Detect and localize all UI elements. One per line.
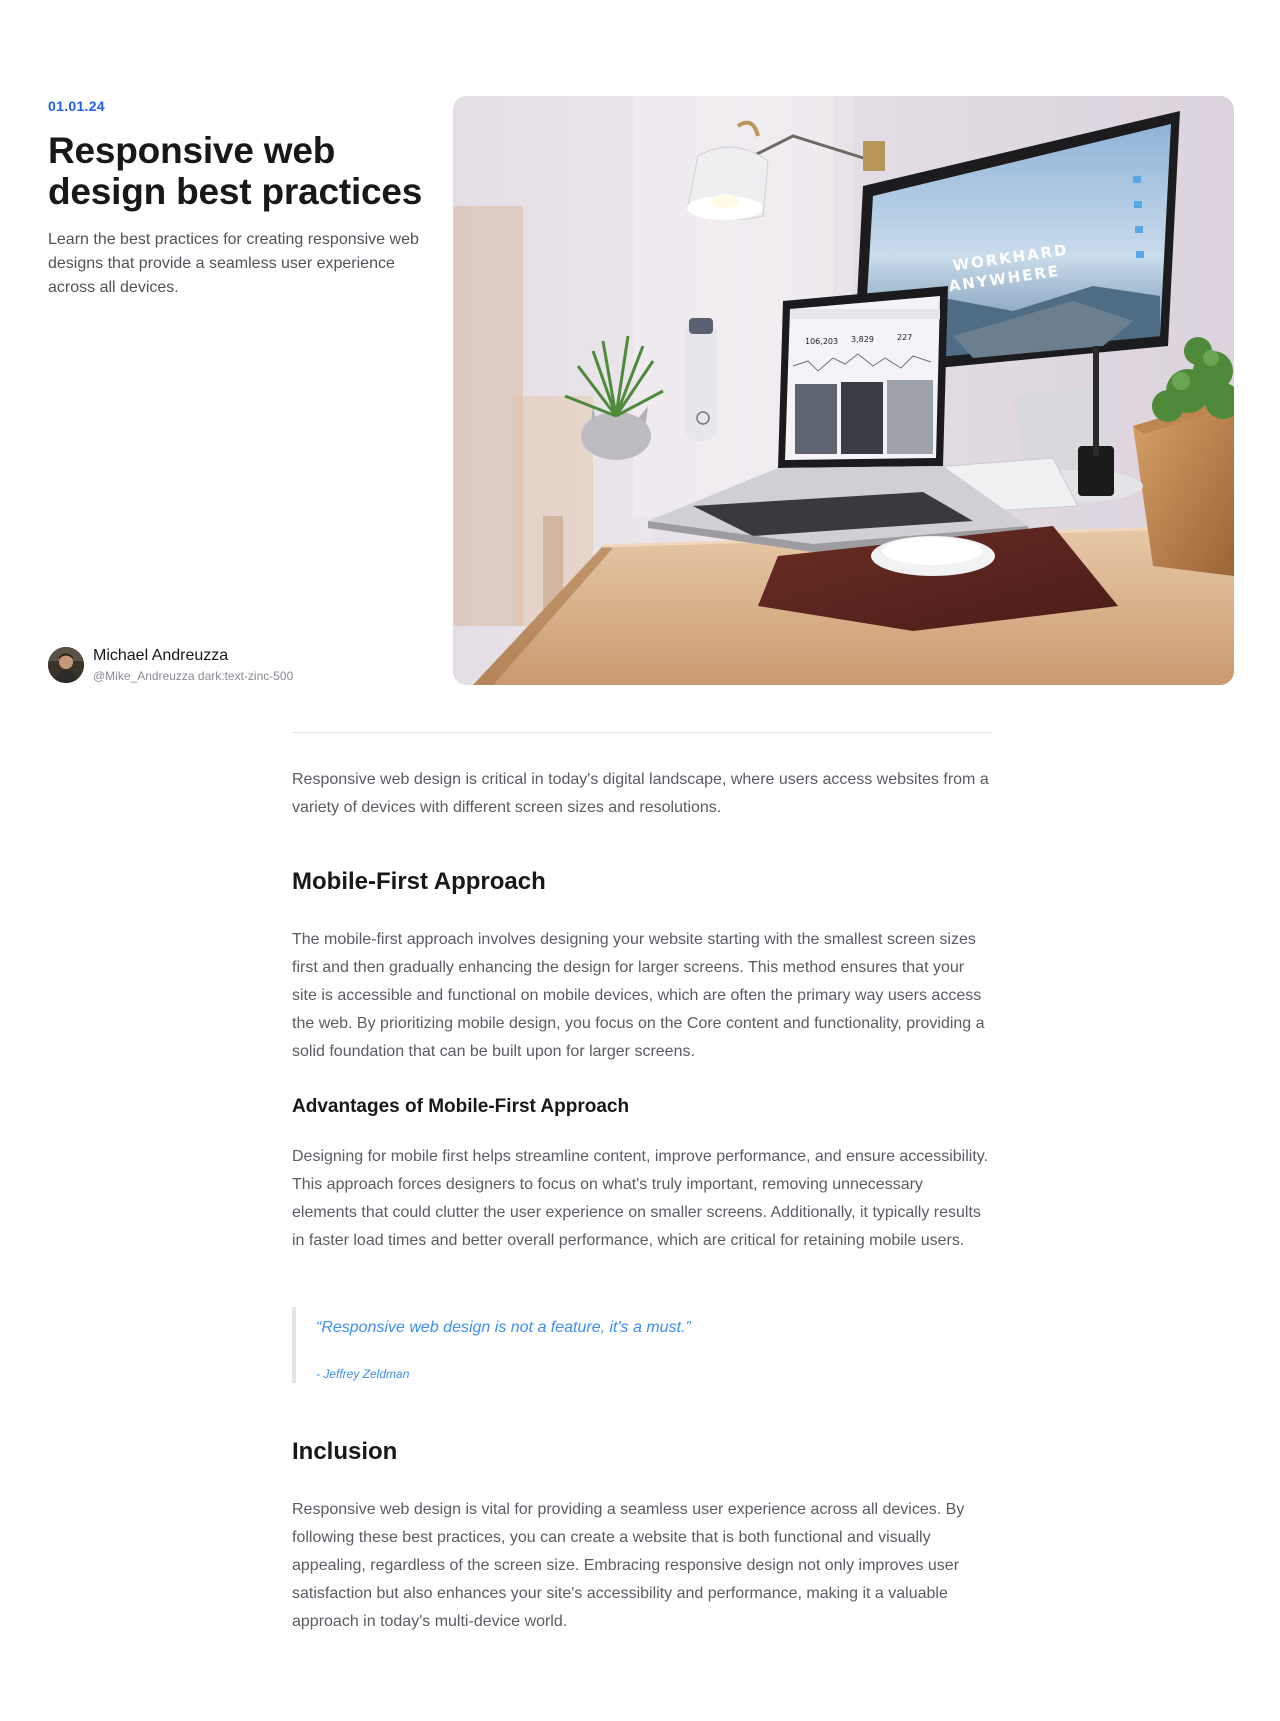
avatar[interactable] <box>48 647 84 683</box>
article-lead: Learn the best practices for creating re… <box>48 231 419 296</box>
avatar-image <box>48 647 84 683</box>
laptop-stat-1: 106,203 <box>805 337 838 346</box>
hero-image: WORKHARD ANYWHERE 106,203 3,829 227 <box>453 96 1234 685</box>
author-card[interactable]: Michael Andreuzza @Mike_Andreuzza dark:t… <box>48 646 368 686</box>
quote-text: “Responsive web design is not a feature,… <box>316 1319 691 1336</box>
author-handle: @Mike_Andreuzza dark:text-zinc-500 <box>93 669 294 683</box>
hero-text-column: 01.01.24 Responsive web design best prac… <box>48 96 440 687</box>
divider <box>292 732 992 733</box>
section-heading-inclusion: Inclusion <box>292 1438 398 1465</box>
workspace-photo: WORKHARD ANYWHERE 106,203 3,829 227 <box>453 96 1234 685</box>
laptop-stat-2: 3,829 <box>851 335 874 344</box>
laptop-stat-3: 227 <box>897 333 912 342</box>
publish-date: 01.01.24 <box>48 98 105 114</box>
subsection-heading-advantages: Advantages of Mobile-First Approach <box>292 1096 630 1117</box>
article-hero: 01.01.24 Responsive web design best prac… <box>48 96 1234 687</box>
subsection-paragraph-advantages: Designing for mobile first helps streaml… <box>292 1148 989 1249</box>
quote-citation: - Jeffrey Zeldman <box>316 1367 410 1381</box>
section-heading-mobile-first: Mobile-First Approach <box>292 868 546 895</box>
page-title: Responsive web design best practices <box>48 130 423 212</box>
section-paragraph-mobile-first: The mobile-first approach involves desig… <box>292 931 985 1060</box>
section-paragraph-inclusion: Responsive web design is vital for provi… <box>292 1501 965 1630</box>
author-name[interactable]: Michael Andreuzza <box>93 646 228 666</box>
blockquote: “Responsive web design is not a feature,… <box>292 1307 992 1383</box>
intro-paragraph: Responsive web design is critical in tod… <box>292 771 989 816</box>
